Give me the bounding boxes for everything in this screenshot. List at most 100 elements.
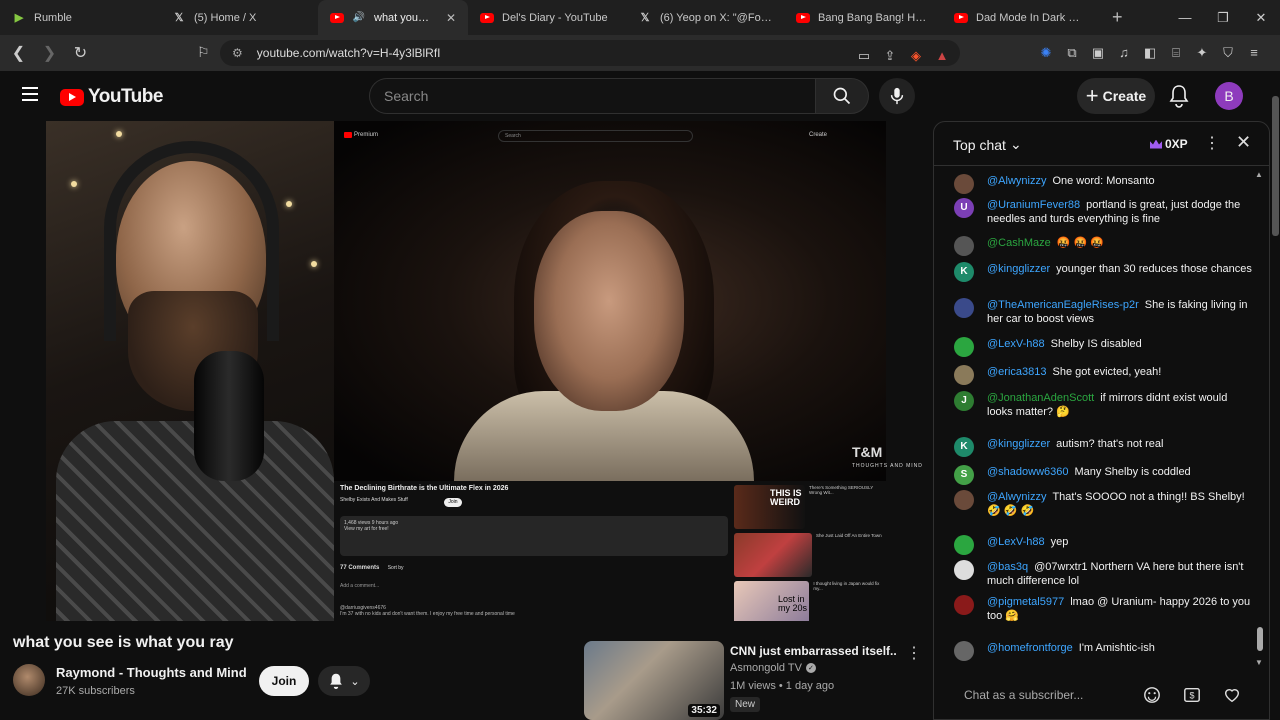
search-input[interactable]: Search <box>369 78 815 114</box>
brave-shield-icon[interactable]: ◈ <box>908 48 924 64</box>
chat-author[interactable]: @Alwynizzy <box>987 175 1046 187</box>
tab-search-icon[interactable]: ⌸ <box>1168 45 1184 61</box>
chat-avatar[interactable]: U <box>954 198 974 218</box>
leo-icon[interactable]: ✦ <box>1194 45 1210 61</box>
close-icon[interactable]: ✕ <box>1236 132 1251 153</box>
recommended-thumbnail[interactable]: 35:32 <box>584 641 724 720</box>
tab-x-yeop[interactable]: 𝕏 (6) Yeop on X: "@Forsaken <box>626 0 784 35</box>
chat-avatar[interactable] <box>954 174 974 194</box>
bookmark-icon[interactable]: ⚐ <box>197 44 210 61</box>
chat-avatar[interactable] <box>954 490 974 510</box>
chat-input[interactable]: Chat as a subscriber... <box>950 680 1150 710</box>
chat-avatar[interactable] <box>954 595 974 615</box>
cast-icon[interactable]: ▭ <box>856 48 872 64</box>
wallet-icon[interactable]: ▣ <box>1090 45 1106 61</box>
tab-close-icon[interactable]: ✕ <box>446 11 456 25</box>
chat-author[interactable]: @kingglizzer <box>987 438 1050 450</box>
forward-icon[interactable]: ❯ <box>37 43 62 63</box>
vpn-icon[interactable]: ✺ <box>1038 45 1054 61</box>
live-chat-panel: Top chat ⌄ 0XP ⋮ ✕ @Alwynizzy One word: M… <box>933 121 1270 720</box>
channel-name[interactable]: Raymond - Thoughts and Mind <box>56 665 247 680</box>
recommended-title[interactable]: CNN just embarrassed itself.. <box>730 644 900 658</box>
chat-avatar[interactable] <box>954 535 974 555</box>
chat-avatar[interactable] <box>954 641 974 661</box>
restore-icon[interactable]: ❐ <box>1204 10 1242 26</box>
chat-avatar[interactable]: K <box>954 437 974 457</box>
chat-author[interactable]: @homefrontforge <box>987 642 1073 654</box>
chat-author[interactable]: @bas3q <box>987 561 1028 573</box>
tab-rumble[interactable]: ▶ Rumble <box>0 0 160 35</box>
media-icon[interactable]: ♫ <box>1116 45 1132 61</box>
join-button[interactable]: Join <box>259 666 309 696</box>
site-info-icon[interactable]: ⚙ <box>232 46 243 60</box>
hamburger-menu-icon[interactable] <box>22 87 38 101</box>
shield-icon[interactable]: ⛉ <box>1220 45 1236 61</box>
page-scrollbar[interactable] <box>1271 71 1280 720</box>
tab-title: Rumble <box>34 11 72 24</box>
chat-mode-dropdown[interactable]: Top chat ⌄ <box>953 136 1022 153</box>
emoji-icon[interactable] <box>1142 685 1162 705</box>
extensions-icon[interactable]: ⧉ <box>1064 45 1080 61</box>
super-chat-icon[interactable]: $ <box>1182 685 1202 705</box>
video-duration: 35:32 <box>688 704 720 717</box>
channel-avatar[interactable] <box>13 664 45 696</box>
chat-message-body: @bas3q @07wrxtr1 Northern VA here but the… <box>987 560 1254 588</box>
recommended-channel[interactable]: Asmongold TV ✓ <box>730 662 816 674</box>
window-close-icon[interactable]: ✕ <box>1242 10 1280 26</box>
chat-author[interactable]: @LexV-h88 <box>987 338 1045 350</box>
reload-icon[interactable]: ↻ <box>68 43 93 63</box>
chat-author[interactable]: @TheAmericanEagleRises-p2r <box>987 299 1139 311</box>
tab-dad-mode[interactable]: Dad Mode In Dark Mode <box>942 0 1100 35</box>
chat-more-icon[interactable]: ⋮ <box>1204 133 1220 153</box>
more-options-icon[interactable]: ⋮ <box>906 643 922 663</box>
notifications-bell-icon[interactable] <box>1168 84 1190 113</box>
new-badge: New <box>730 697 761 712</box>
chat-avatar[interactable]: S <box>954 465 974 485</box>
chat-avatar[interactable] <box>954 236 974 256</box>
chat-author[interactable]: @UraniumFever88 <box>987 199 1080 211</box>
video-player[interactable]: Premium Search Create The Declining Birt… <box>46 121 886 621</box>
tab-active-video[interactable]: 🔊 what you see is wh ✕ <box>318 0 468 35</box>
back-icon[interactable]: ❮ <box>6 43 31 63</box>
chat-author[interactable]: @LexV-h88 <box>987 536 1045 548</box>
sidebar-icon[interactable]: ◧ <box>1142 45 1158 61</box>
chat-author[interactable]: @JonathanAdenScott <box>987 392 1094 404</box>
heart-icon[interactable] <box>1222 685 1242 705</box>
chat-avatar[interactable] <box>954 365 974 385</box>
chat-author[interactable]: @Alwynizzy <box>987 491 1046 503</box>
youtube-logo[interactable]: YouTube <box>60 86 163 108</box>
embedded-add-comment: Add a comment... <box>340 583 380 589</box>
search-button[interactable] <box>815 78 869 114</box>
chat-avatar[interactable] <box>954 298 974 318</box>
chat-author[interactable]: @pigmetal5977 <box>987 596 1064 608</box>
embedded-comments-count: 77 Comments Sort by <box>340 565 404 571</box>
new-tab-icon[interactable]: + <box>1100 7 1135 28</box>
url-actions: ▭ ⇪ ◈ ▲ <box>856 48 950 64</box>
chat-author[interactable]: @kingglizzer <box>987 263 1050 275</box>
share-icon[interactable]: ⇪ <box>882 48 898 64</box>
chat-avatar[interactable] <box>954 337 974 357</box>
minimize-icon[interactable]: — <box>1166 10 1204 26</box>
chat-scrollbar[interactable]: ▲ ▼ <box>1255 170 1263 667</box>
menu-icon[interactable]: ≡ <box>1246 45 1262 61</box>
tab-dels-diary[interactable]: Del's Diary - YouTube <box>468 0 626 35</box>
tab-title: Dad Mode In Dark Mode <box>976 11 1088 24</box>
account-avatar[interactable]: B <box>1215 82 1243 110</box>
recommended-video[interactable]: 35:32 CNN just embarrassed itself.. Asmo… <box>584 641 924 720</box>
voice-search-button[interactable] <box>879 78 915 114</box>
tab-x-home[interactable]: 𝕏 (5) Home / X <box>160 0 318 35</box>
chat-text: autism? that's not real <box>1056 438 1164 450</box>
subscription-bell-button[interactable]: ⌄ <box>318 666 370 696</box>
url-field[interactable]: ⚙ youtube.com/watch?v=H-4y3lBlRfI ▭ ⇪ ◈ … <box>220 40 960 66</box>
tab-bang-bang[interactable]: Bang Bang Bang! HD - Yo <box>784 0 942 35</box>
chat-avatar[interactable] <box>954 560 974 580</box>
embedded-sidebar: THIS IS WEIRD There's Something SERIOUSLY… <box>734 485 884 621</box>
chat-author[interactable]: @CashMaze <box>987 237 1051 249</box>
create-button[interactable]: + Create <box>1077 78 1155 114</box>
chat-avatar[interactable]: K <box>954 262 974 282</box>
chat-author[interactable]: @erica3813 <box>987 366 1046 378</box>
chat-author[interactable]: @shadoww6360 <box>987 466 1069 478</box>
xp-badge[interactable]: 0XP <box>1150 134 1188 154</box>
chat-avatar[interactable]: J <box>954 391 974 411</box>
rewards-icon[interactable]: ▲ <box>934 48 950 64</box>
